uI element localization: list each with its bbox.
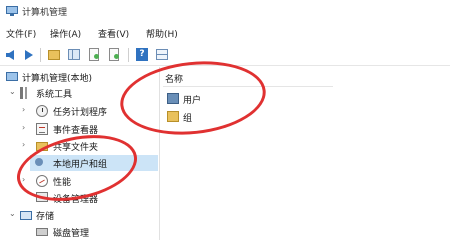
export-list-icon[interactable] [106,47,122,62]
show-tree-icon[interactable] [66,47,82,62]
tree-item-label: 本地用户和组 [53,160,108,170]
window-title: 计算机管理 [22,8,68,18]
tree-item-device-manager[interactable]: 设备管理器 [0,190,158,206]
list-item-label: 组 [183,114,193,124]
list-item-users[interactable]: 用户 [163,91,333,107]
properties-doc-icon[interactable] [86,47,102,62]
list-item-groups[interactable]: 组 [163,109,333,125]
menu-file[interactable]: 文件(F) [6,27,36,40]
device-manager-icon [36,192,48,202]
menu-bar: 文件(F) 操作(A) 查看(V) 帮助(H) [0,25,450,43]
toolbar-separator [40,48,41,62]
performance-icon [36,175,48,187]
tree-item-performance[interactable]: › 性能 [0,173,158,189]
chevron-down-icon[interactable]: ⌄ [9,209,17,218]
menu-view[interactable]: 查看(V) [98,27,129,40]
chevron-right-icon[interactable]: › [22,175,30,184]
header-divider [163,86,333,87]
show-action-pane-icon[interactable] [154,47,170,62]
tree-item-system-tools[interactable]: ⌄ 系统工具 [0,85,158,101]
computer-management-icon [6,5,18,17]
tree-item-label: 性能 [53,178,72,188]
event-log-icon [36,123,48,135]
tree-item-label: 事件查看器 [53,126,99,136]
tree-item-event-viewer[interactable]: › 事件查看器 [0,121,158,137]
tree-item-task-scheduler[interactable]: › 任务计划程序 [0,103,158,119]
title-bar: 计算机管理 [0,0,450,22]
menu-action[interactable]: 操作(A) [50,27,81,40]
chevron-right-icon[interactable]: › [22,140,30,149]
content-list: 名称 用户 组 [163,67,450,240]
tree-item-storage[interactable]: ⌄ 存储 [0,207,158,223]
tree-item-label: 系统工具 [36,90,73,100]
forward-icon[interactable] [20,47,36,62]
list-item-label: 用户 [183,96,202,106]
users-icon [35,158,43,166]
back-icon[interactable] [4,47,20,62]
computer-icon [6,72,18,81]
tree-item-computer-management[interactable]: 计算机管理(本地) [0,69,158,85]
clock-icon [36,105,48,117]
menu-help[interactable]: 帮助(H) [146,27,178,40]
tree-item-label: 设备管理器 [53,195,99,205]
toolbar-separator [128,48,129,62]
storage-icon [20,211,32,220]
navigation-tree: 计算机管理(本地) ⌄ 系统工具 › 任务计划程序 › 事件查看器 › 共享文件… [0,67,160,240]
column-header-name[interactable]: 名称 [165,72,183,85]
tree-item-label: 任务计划程序 [53,108,108,118]
tree-item-label: 磁盘管理 [53,229,90,239]
chevron-down-icon[interactable]: ⌄ [9,87,17,96]
tree-item-shared-folders[interactable]: › 共享文件夹 [0,138,158,154]
toolbar: ? [0,44,450,66]
chevron-right-icon[interactable]: › [22,123,30,132]
chevron-right-icon[interactable]: › [22,105,30,114]
disk-icon [36,228,48,236]
tree-item-disk-management[interactable]: 磁盘管理 [0,224,158,240]
help-icon[interactable]: ? [134,47,150,62]
tools-icon [20,87,32,99]
groups-folder-icon [167,111,179,122]
users-folder-icon [167,93,179,104]
shared-folder-icon [36,142,48,151]
up-folder-icon[interactable] [46,47,62,62]
tree-item-label: 计算机管理(本地) [22,74,93,84]
tree-item-local-users-and-groups[interactable]: 本地用户和组 [30,155,158,171]
tree-item-label: 存储 [36,212,55,222]
tree-item-label: 共享文件夹 [53,143,99,153]
